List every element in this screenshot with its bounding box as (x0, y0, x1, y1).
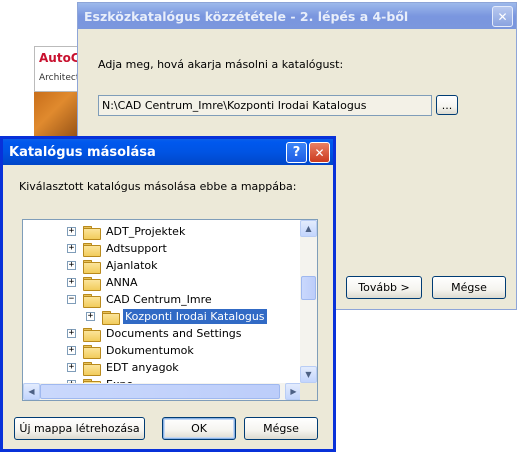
new-folder-label: Új mappa létrehozása (19, 422, 140, 435)
tree-item[interactable]: + Documents and Settings (67, 325, 244, 342)
close-icon: ✕ (497, 9, 508, 24)
logo-title: AutoC (39, 51, 80, 65)
tree-item[interactable]: + Dokumentumok (67, 342, 196, 359)
dialog-title: Katalógus másolása (9, 144, 156, 160)
tree-item-label: EDT anyagok (106, 361, 179, 374)
logo-subtitle: Architect (39, 73, 80, 83)
arrow-down-icon: ▼ (305, 370, 312, 379)
destination-path-field[interactable]: N:\CAD Centrum_Imre\Kozponti Irodai Kata… (98, 95, 432, 116)
help-icon: ? (292, 145, 301, 160)
folder-icon (83, 361, 101, 376)
tree-item-label: Ajanlatok (106, 259, 158, 272)
expand-icon[interactable]: + (67, 329, 76, 338)
destination-path-value: N:\CAD Centrum_Imre\Kozponti Irodai Kata… (102, 99, 367, 112)
tree-item-selected[interactable]: + Kozponti Irodai Katalogus (86, 308, 267, 325)
folder-icon (83, 293, 101, 308)
arrow-right-icon: ▶ (290, 387, 297, 396)
tree-item[interactable]: + ANNA (67, 274, 140, 291)
tree-item[interactable]: + Adtsupport (67, 240, 169, 257)
wizard-close-button[interactable]: ✕ (492, 6, 513, 27)
tree-item-label: ADT_Projektek (106, 225, 186, 238)
folder-icon (83, 276, 101, 291)
expand-icon[interactable]: + (67, 261, 76, 270)
autocad-logo: AutoC Architect (34, 46, 80, 92)
dialog-titlebar: Katalógus másolása (3, 139, 333, 165)
ok-label: OK (191, 422, 207, 435)
wizard-titlebar: Eszközkatalógus közzététele - 2. lépés a… (78, 3, 516, 29)
close-icon: ✕ (314, 145, 325, 160)
scroll-left-button[interactable]: ◀ (23, 383, 40, 400)
tree-item-label: Dokumentumok (106, 344, 194, 357)
folder-icon (83, 259, 101, 274)
dialog-cancel-label: Mégse (263, 422, 299, 435)
wizard-cancel-button[interactable]: Mégse (432, 276, 506, 299)
wizard-prompt: Adja meg, hová akarja másolni a katalógu… (98, 58, 344, 71)
tree-item[interactable]: + ADT_Projektek (67, 223, 187, 240)
expand-icon[interactable]: + (67, 244, 76, 253)
new-folder-button[interactable]: Új mappa létrehozása (14, 417, 145, 440)
tree-item-label: Kozponti Irodai Katalogus (123, 309, 267, 324)
folder-icon (83, 242, 101, 257)
dialog-close-button[interactable]: ✕ (309, 142, 330, 163)
tree-item[interactable]: + EDT anyagok (67, 359, 181, 376)
tree-item-label: Documents and Settings (106, 327, 242, 340)
expand-icon[interactable]: + (67, 363, 76, 372)
arrow-left-icon: ◀ (28, 387, 35, 396)
folder-tree[interactable]: + ADT_Projektek + Adtsupport + Ajanlatok… (22, 219, 318, 401)
vertical-scroll-thumb[interactable] (301, 276, 316, 300)
scroll-corner (300, 383, 317, 400)
folder-icon (83, 327, 101, 342)
wizard-title: Eszközkatalógus közzététele - 2. lépés a… (84, 8, 409, 24)
browse-label: ... (441, 98, 453, 112)
arrow-up-icon: ▲ (305, 224, 312, 233)
next-button[interactable]: Tovább > (346, 276, 422, 299)
expand-icon[interactable]: + (67, 278, 76, 287)
ok-button[interactable]: OK (162, 417, 236, 440)
dialog-instruction: Kiválasztott katalógus másolása ebbe a m… (19, 180, 297, 193)
scroll-up-button[interactable]: ▲ (300, 220, 317, 237)
collapse-icon[interactable]: − (67, 295, 76, 304)
horizontal-scrollbar[interactable]: ◀ ▶ (23, 383, 302, 400)
help-button[interactable]: ? (286, 142, 307, 163)
tree-item[interactable]: + Ajanlatok (67, 257, 160, 274)
tree-item-label: CAD Centrum_Imre (106, 293, 212, 306)
expand-icon[interactable]: + (67, 346, 76, 355)
folder-icon (83, 225, 101, 240)
browse-button[interactable]: ... (436, 95, 458, 115)
tree-item-label: ANNA (106, 276, 138, 289)
wizard-cancel-label: Mégse (451, 281, 487, 294)
folder-icon (102, 310, 120, 325)
expand-icon[interactable]: + (67, 227, 76, 236)
expand-icon[interactable]: + (86, 312, 95, 321)
vertical-scrollbar[interactable]: ▲ ▼ (300, 220, 317, 383)
horizontal-scroll-thumb[interactable] (40, 384, 280, 399)
background-image (34, 92, 80, 142)
next-label: Tovább > (358, 281, 410, 294)
tree-item[interactable]: − CAD Centrum_Imre (67, 291, 214, 308)
tree-item-label: Adtsupport (106, 242, 167, 255)
dialog-cancel-button[interactable]: Mégse (244, 417, 318, 440)
folder-icon (83, 344, 101, 359)
scroll-down-button[interactable]: ▼ (300, 366, 317, 383)
